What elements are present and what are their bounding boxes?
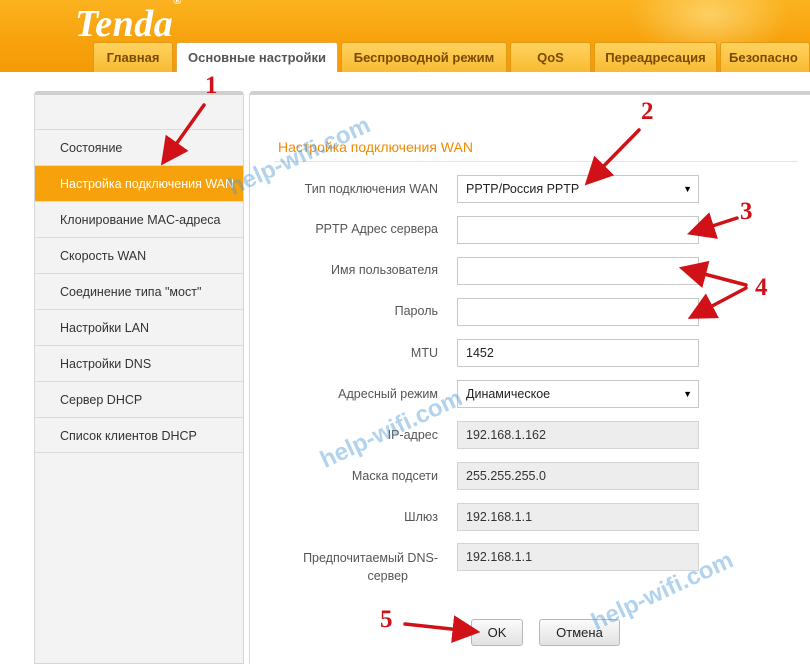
tab-qos[interactable]: QoS: [510, 42, 591, 72]
sidebar-item-status[interactable]: Состояние: [35, 129, 243, 165]
password-label: Пароль: [394, 304, 438, 318]
dns-label-line1: Предпочитаемый DNS-: [303, 551, 438, 565]
sidebar-item-dhcp-clients[interactable]: Список клиентов DHCP: [35, 417, 243, 453]
gateway-label: Шлюз: [404, 510, 438, 524]
sidebar-item-lan[interactable]: Настройки LAN: [35, 309, 243, 345]
chevron-down-icon: ▼: [683, 389, 692, 399]
ip-field: 192.168.1.162: [457, 421, 699, 449]
dns-field: 192.168.1.1: [457, 543, 699, 571]
annotation-number-1: 1: [205, 72, 218, 99]
main-tabs: Главная Основные настройки Беспроводной …: [93, 42, 810, 72]
wan-type-select[interactable]: PPTP/Россия PPTP ▼: [457, 175, 699, 203]
annotation-number-4: 4: [755, 274, 768, 301]
annotation-number-3: 3: [740, 198, 753, 225]
annotation-number-2: 2: [641, 98, 654, 125]
ok-button[interactable]: OK: [471, 619, 523, 646]
server-input[interactable]: [457, 216, 699, 244]
mask-field: 255.255.255.0: [457, 462, 699, 490]
sidebar-item-bridge[interactable]: Соединение типа "мост": [35, 273, 243, 309]
gateway-field: 192.168.1.1: [457, 503, 699, 531]
sidebar-item-mac-clone[interactable]: Клонирование MAC-адреса: [35, 201, 243, 237]
server-label: PPTP Адрес сервера: [315, 222, 438, 236]
tenda-logo: Tenda®: [75, 0, 182, 45]
sidebar-item-wan-setup[interactable]: Настройка подключения WAN: [35, 165, 243, 201]
mtu-input[interactable]: [457, 339, 699, 367]
tab-security[interactable]: Безопасно: [720, 42, 810, 72]
dns-label: Предпочитаемый DNS- сервер: [238, 549, 438, 585]
address-mode-label: Адресный режим: [338, 387, 438, 401]
chevron-down-icon: ▼: [683, 184, 692, 194]
tab-home[interactable]: Главная: [93, 42, 173, 72]
annotation-number-5: 5: [380, 606, 393, 633]
username-label: Имя пользователя: [331, 263, 438, 277]
title-divider: [274, 161, 798, 162]
mtu-label: MTU: [410, 346, 438, 360]
tab-wireless[interactable]: Беспроводной режим: [341, 42, 507, 72]
password-input[interactable]: [457, 298, 699, 326]
tab-basic-settings[interactable]: Основные настройки: [176, 42, 338, 72]
username-input[interactable]: [457, 257, 699, 285]
top-header: Tenda® Главная Основные настройки Беспро…: [0, 0, 810, 72]
mask-label: Маска подсети: [351, 469, 438, 483]
sidebar-item-wan-speed[interactable]: Скорость WAN: [35, 237, 243, 273]
tab-forwarding[interactable]: Переадресация: [594, 42, 717, 72]
sidebar-item-dhcp-server[interactable]: Сервер DHCP: [35, 381, 243, 417]
sidebar: Состояние Настройка подключения WAN Клон…: [34, 91, 244, 664]
dns-label-line2: сервер: [367, 569, 408, 583]
sidebar-item-dns[interactable]: Настройки DNS: [35, 345, 243, 381]
address-mode-select[interactable]: Динамическое ▼: [457, 380, 699, 408]
